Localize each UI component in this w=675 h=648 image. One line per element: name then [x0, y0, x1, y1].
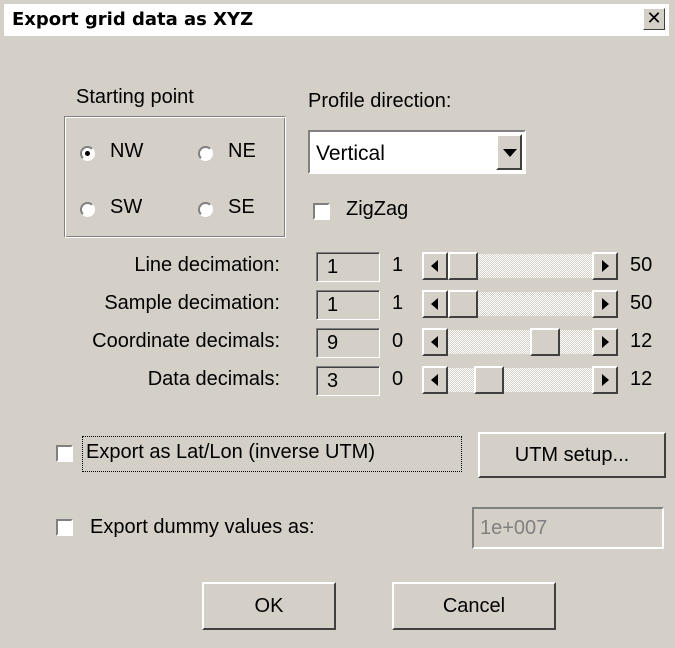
profile-direction-label: Profile direction:	[308, 90, 452, 112]
close-icon: ✕	[646, 8, 662, 29]
radio-ne-label: NE	[228, 140, 256, 162]
sample-decimation-label: Sample decimation:	[104, 292, 280, 314]
coordinate-decimals-value: 9	[316, 328, 380, 358]
starting-point-group	[64, 116, 286, 238]
radio-ne-button[interactable]	[198, 146, 213, 161]
sample-decimation-slider[interactable]	[422, 290, 618, 318]
slider-right-button[interactable]	[592, 252, 618, 280]
line-decimation-max: 50	[630, 254, 653, 276]
data-decimals-max: 12	[630, 368, 653, 390]
slider-track[interactable]	[448, 368, 592, 392]
export-dummy-checkbox[interactable]	[56, 519, 73, 536]
export-xyz-dialog: Export grid data as XYZ ✕ Starting point…	[0, 0, 675, 648]
window-title: Export grid data as XYZ	[12, 9, 254, 30]
coordinate-decimals-max: 12	[630, 330, 653, 352]
line-decimation-min: 1	[392, 254, 404, 276]
profile-direction-select[interactable]: Vertical	[308, 130, 526, 174]
data-decimals-label: Data decimals:	[147, 368, 280, 390]
coordinate-decimals-slider[interactable]	[422, 328, 618, 356]
radio-selected-dot	[85, 151, 90, 156]
slider-thumb[interactable]	[530, 328, 560, 356]
cancel-button[interactable]: Cancel	[392, 582, 556, 630]
arrow-right-icon	[602, 298, 609, 310]
sample-decimation-min: 1	[392, 292, 404, 314]
arrow-right-icon	[602, 260, 609, 272]
arrow-left-icon	[431, 374, 438, 386]
profile-direction-value: Vertical	[316, 142, 385, 165]
export-latlon-checkbox[interactable]	[56, 445, 73, 462]
coordinate-decimals-label: Coordinate decimals:	[92, 330, 280, 352]
radio-nw-label: NW	[110, 140, 144, 162]
arrow-left-icon	[431, 336, 438, 348]
data-decimals-min: 0	[392, 368, 404, 390]
zigzag-label: ZigZag	[346, 198, 409, 220]
arrow-right-icon	[602, 374, 609, 386]
line-decimation-slider[interactable]	[422, 252, 618, 280]
slider-right-button[interactable]	[592, 328, 618, 356]
arrow-left-icon	[431, 298, 438, 310]
arrow-right-icon	[602, 336, 609, 348]
sample-decimation-max: 50	[630, 292, 653, 314]
slider-left-button[interactable]	[422, 328, 448, 356]
radio-sw-label: SW	[110, 196, 143, 218]
data-decimals-value: 3	[316, 366, 380, 396]
title-bar[interactable]: Export grid data as XYZ ✕	[4, 4, 669, 36]
radio-se-button[interactable]	[198, 202, 213, 217]
utm-setup-button[interactable]: UTM setup...	[478, 432, 666, 478]
export-dummy-label: Export dummy values as:	[90, 516, 315, 538]
starting-point-label: Starting point	[76, 86, 194, 108]
coordinate-decimals-min: 0	[392, 330, 404, 352]
slider-right-button[interactable]	[592, 366, 618, 394]
slider-thumb[interactable]	[474, 366, 504, 394]
radio-se-label: SE	[228, 196, 255, 218]
slider-left-button[interactable]	[422, 366, 448, 394]
data-decimals-slider[interactable]	[422, 366, 618, 394]
slider-thumb[interactable]	[448, 290, 478, 318]
ok-button[interactable]: OK	[202, 582, 336, 630]
line-decimation-value: 1	[316, 252, 380, 282]
slider-left-button[interactable]	[422, 290, 448, 318]
dropdown-button[interactable]	[496, 134, 522, 170]
export-latlon-label[interactable]: Export as Lat/Lon (inverse UTM)	[86, 441, 375, 464]
arrow-left-icon	[431, 260, 438, 272]
radio-nw-button[interactable]	[80, 146, 95, 161]
dummy-value-field[interactable]: 1e+007	[472, 507, 664, 549]
slider-track[interactable]	[448, 330, 592, 354]
slider-left-button[interactable]	[422, 252, 448, 280]
radio-sw-button[interactable]	[80, 202, 95, 217]
slider-thumb[interactable]	[448, 252, 478, 280]
close-button[interactable]: ✕	[643, 8, 665, 30]
sample-decimation-value: 1	[316, 290, 380, 320]
zigzag-checkbox[interactable]	[313, 203, 330, 220]
line-decimation-label: Line decimation:	[134, 254, 280, 276]
slider-right-button[interactable]	[592, 290, 618, 318]
chevron-down-icon	[503, 149, 517, 157]
